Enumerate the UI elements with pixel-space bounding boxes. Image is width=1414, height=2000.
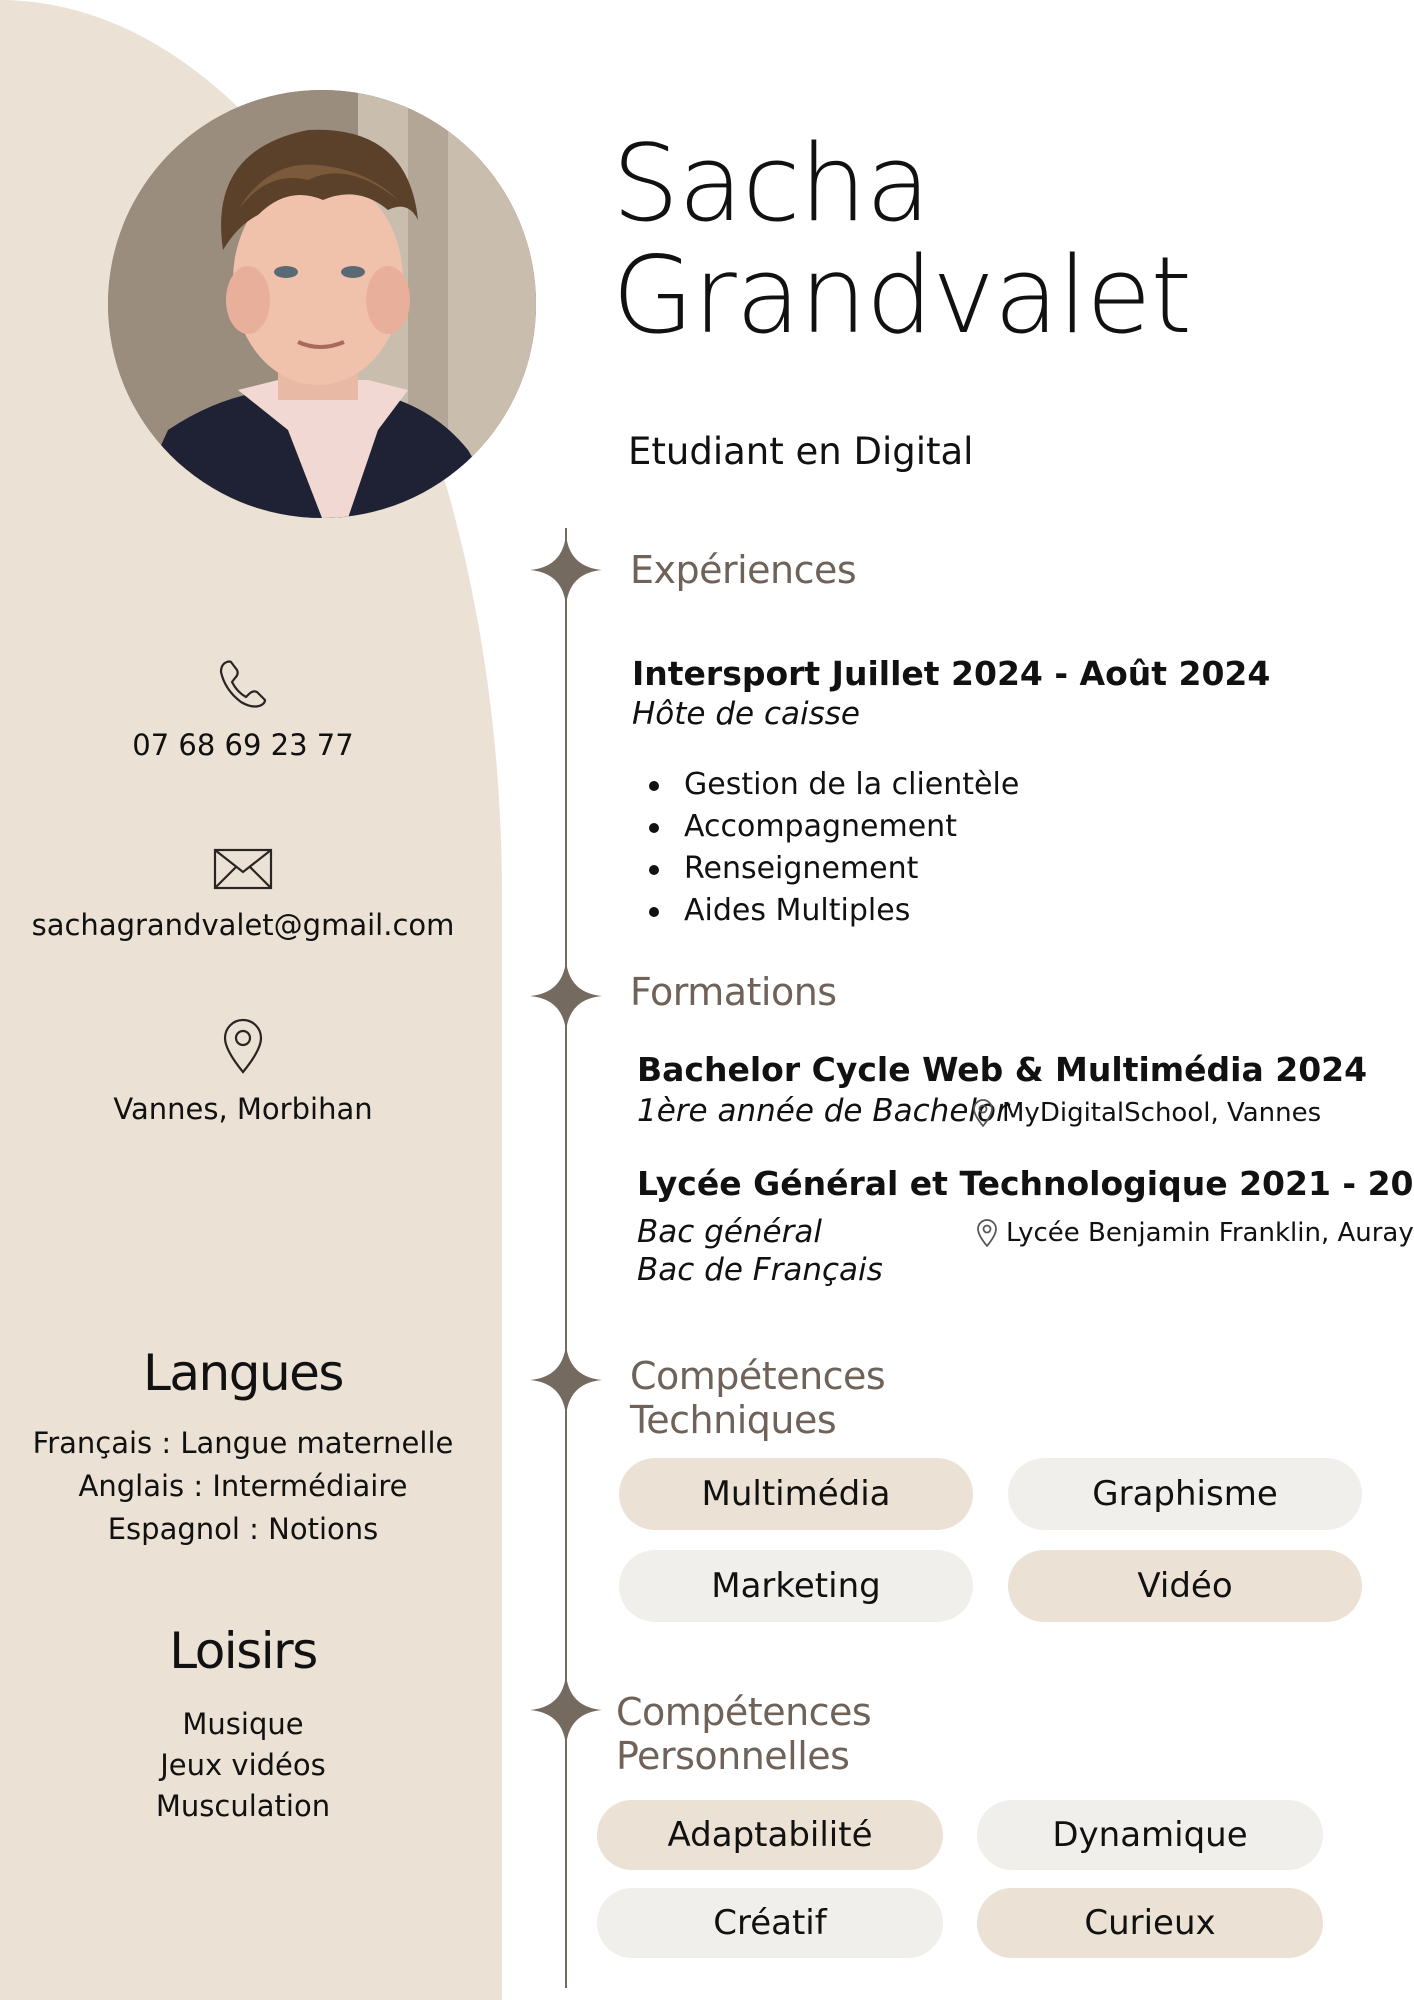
- timeline-star-icon: [530, 960, 602, 1032]
- language-item: Espagnol : Notions: [107, 1512, 379, 1546]
- hobbies-list: Musique Jeux vidéos Musculation: [0, 1704, 486, 1827]
- education-location: Lycée Benjamin Franklin, Auray: [976, 1218, 1414, 1248]
- tech-skills-section-title: Compétences Techniques: [630, 1354, 886, 1442]
- location-pin-icon: [977, 1219, 997, 1247]
- list-item: Aides Multiples: [632, 890, 1019, 932]
- contact-location: Vannes, Morbihan: [0, 1018, 486, 1126]
- experience-job-role: Hôte de caisse: [632, 696, 860, 732]
- location-text: Vannes, Morbihan: [113, 1092, 373, 1126]
- phone-icon: [219, 660, 267, 708]
- phone-number: 07 68 69 23 77: [132, 728, 354, 762]
- skill-pill: Adaptabilité: [597, 1800, 943, 1870]
- education-location: MyDigitalSchool, Vannes: [972, 1098, 1321, 1128]
- timeline-star-icon: [530, 1344, 602, 1416]
- first-name: Sacha: [612, 122, 931, 245]
- portrait-illustration: [108, 90, 536, 518]
- education-title: Lycée Général et Technologique 2021 - 20…: [637, 1164, 1414, 1203]
- location-pin-icon: [973, 1099, 993, 1127]
- mail-icon: [213, 848, 273, 890]
- location-pin-icon: [223, 1018, 263, 1074]
- profile-photo: [108, 90, 536, 518]
- personal-skills-title-line1: Compétences: [616, 1690, 872, 1734]
- list-item: Accompagnement: [632, 806, 1019, 848]
- skill-pill: Vidéo: [1008, 1550, 1362, 1622]
- tech-skills-title-line2: Techniques: [630, 1398, 837, 1442]
- timeline-line: [565, 528, 567, 1988]
- education-location-text: MyDigitalSchool, Vannes: [1002, 1098, 1322, 1128]
- language-item: Anglais : Intermédiaire: [78, 1469, 408, 1503]
- contact-phone: 07 68 69 23 77: [0, 656, 486, 762]
- languages-title: Langues: [143, 1344, 344, 1402]
- hobby-item: Jeux vidéos: [160, 1748, 326, 1782]
- education-section-title: Formations: [630, 970, 837, 1014]
- timeline-star-icon: [530, 534, 602, 606]
- hobby-item: Musique: [182, 1707, 304, 1741]
- experience-job-title: Intersport Juillet 2024 - Août 2024: [632, 654, 1271, 693]
- last-name: Grandvalet: [612, 234, 1192, 357]
- languages-list: Français : Langue maternelle Anglais : I…: [0, 1422, 486, 1551]
- experience-section-title: Expériences: [630, 548, 857, 592]
- language-item: Français : Langue maternelle: [32, 1426, 454, 1460]
- education-subtitle: 1ère année de Bachelor: [637, 1093, 1009, 1129]
- tech-skills-title-line1: Compétences: [630, 1354, 886, 1398]
- skill-pill: Graphisme: [1008, 1458, 1362, 1530]
- skill-pill: Curieux: [977, 1888, 1323, 1958]
- skill-pill: Multimédia: [619, 1458, 973, 1530]
- education-location-text: Lycée Benjamin Franklin, Auray: [1006, 1218, 1414, 1248]
- list-item: Gestion de la clientèle: [632, 764, 1019, 806]
- education-subtitle: Bac de Français: [637, 1252, 883, 1288]
- job-headline: Etudiant en Digital: [628, 430, 974, 473]
- full-name: Sacha Grandvalet: [612, 122, 1192, 357]
- skill-pill: Marketing: [619, 1550, 973, 1622]
- hobbies-title: Loisirs: [169, 1622, 318, 1680]
- timeline-star-icon: [530, 1674, 602, 1746]
- experience-task-list: Gestion de la clientèle Accompagnement R…: [632, 764, 1019, 932]
- email-address: sachagrandvalet@gmail.com: [31, 908, 455, 942]
- skill-pill: Créatif: [597, 1888, 943, 1958]
- list-item: Renseignement: [632, 848, 1019, 890]
- education-subtitle: Bac général: [637, 1214, 822, 1250]
- hobby-item: Musculation: [155, 1789, 331, 1823]
- personal-skills-title-line2: Personnelles: [616, 1734, 850, 1778]
- contact-email: sachagrandvalet@gmail.com: [0, 848, 486, 942]
- personal-skills-section-title: Compétences Personnelles: [616, 1690, 872, 1778]
- skill-pill: Dynamique: [977, 1800, 1323, 1870]
- education-title: Bachelor Cycle Web & Multimédia 2024: [637, 1050, 1368, 1089]
